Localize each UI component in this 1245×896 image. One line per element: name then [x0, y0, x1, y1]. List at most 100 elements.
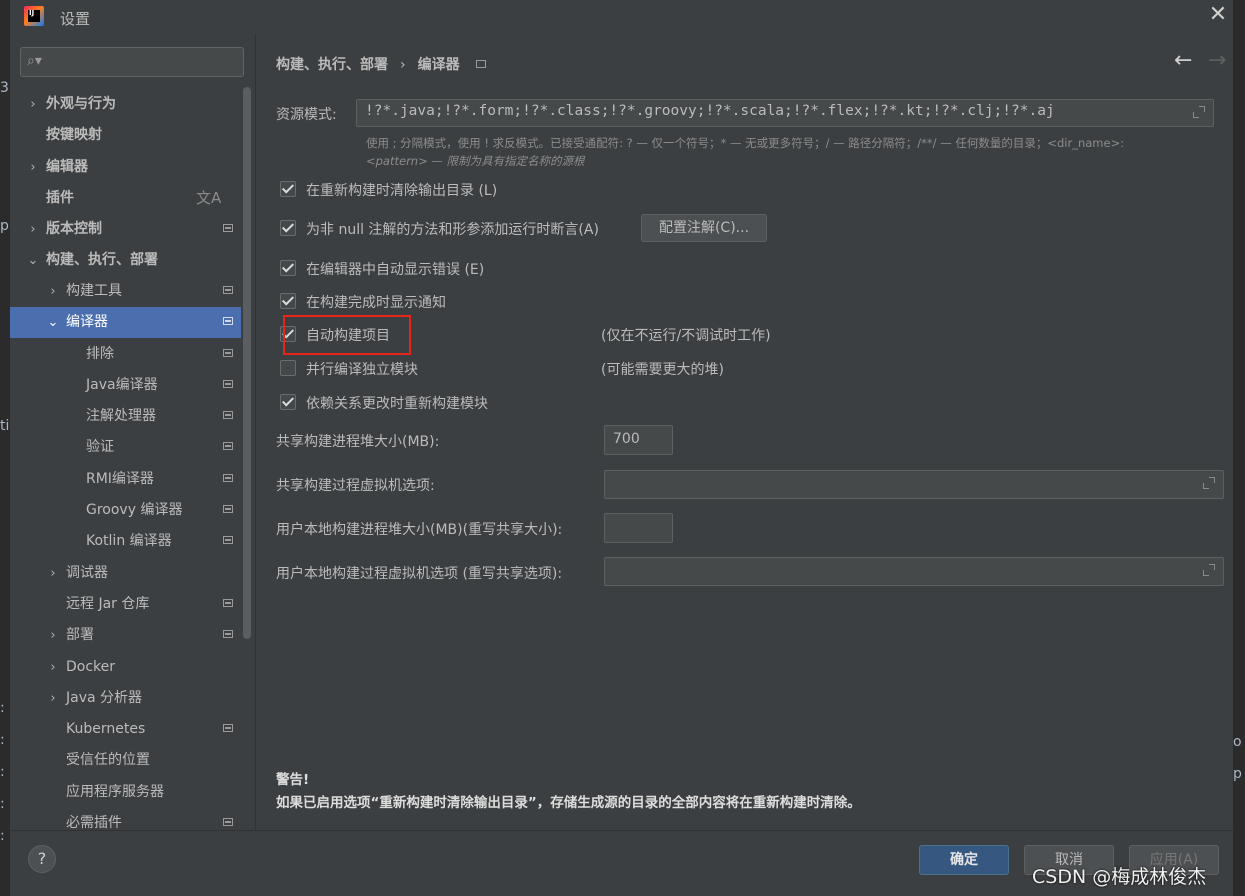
hint-line-2: <pattern> — 限制为具有指定名称的源根: [366, 154, 585, 168]
breadcrumb: 构建、执行、部署 › 编译器: [276, 54, 486, 74]
sidebar-item-kubernetes[interactable]: Kubernetes: [10, 714, 255, 745]
sidebar-item-label: Java编译器: [86, 377, 158, 393]
sidebar-item-kotlin-compiler[interactable]: Kotlin 编译器: [10, 526, 255, 557]
watermark: CSDN @梅成林俊杰: [1032, 866, 1207, 888]
compiler-settings-panel: 构建、执行、部署 › 编译器 ← → 资源模式: !?*.java;!?*.form…: [256, 34, 1233, 830]
checkbox-checked-icon[interactable]: [280, 260, 296, 276]
chevron-right-icon: ›: [50, 628, 56, 643]
sidebar-scrollbar[interactable]: [243, 87, 251, 639]
sidebar-item-plugins[interactable]: 插件 文A: [10, 183, 255, 214]
project-scope-icon: [223, 474, 233, 482]
checkbox-label: 在构建完成时显示通知: [306, 295, 446, 311]
sidebar-item-validation[interactable]: 验证: [10, 432, 255, 463]
sidebar-item-label: Kotlin 编译器: [86, 533, 172, 549]
sidebar-item-label: Java 分析器: [66, 690, 143, 706]
project-scope-icon: [223, 599, 233, 607]
sidebar-item-label: 验证: [86, 439, 114, 455]
sidebar-item-label: 部署: [66, 627, 94, 643]
local-heap-label: 用户本地构建进程堆大小(MB)(重写共享大小):: [276, 522, 563, 538]
forward-arrow-icon[interactable]: →: [1208, 48, 1226, 73]
project-scope-icon: [223, 317, 233, 325]
sidebar-item-app-servers[interactable]: 应用程序服务器: [10, 777, 255, 808]
chevron-right-icon: ›: [50, 284, 56, 299]
highlight-box: [283, 315, 411, 355]
checkbox-checked-icon[interactable]: [280, 293, 296, 309]
expand-icon[interactable]: [1203, 564, 1215, 576]
chevron-right-icon: ›: [50, 691, 56, 706]
search-input[interactable]: ⌕▾: [20, 47, 244, 77]
warning-body: 如果已启用选项“重新构建时清除输出目录”，存储生成源的目录的全部内容将在重新构建…: [276, 795, 861, 811]
back-arrow-icon[interactable]: ←: [1174, 48, 1192, 73]
background-ide-left: 3 p ti : : : : :: [0, 0, 10, 896]
breadcrumb-separator: ›: [400, 57, 406, 73]
breadcrumb-parent[interactable]: 构建、执行、部署: [276, 57, 388, 73]
sidebar-item-label: 构建、执行、部署: [46, 252, 158, 268]
resource-patterns-value: !?*.java;!?*.form;!?*.class;!?*.groovy;!…: [365, 103, 1055, 119]
shared-heap-input[interactable]: 700: [604, 425, 673, 455]
checkbox-label: 在重新构建时清除输出目录 (L): [306, 183, 498, 199]
sidebar-item-label: Docker: [66, 659, 116, 675]
close-button[interactable]: ✕: [1206, 4, 1230, 28]
chevron-right-icon: ›: [50, 660, 56, 675]
sidebar-item-editor[interactable]: › 编辑器: [10, 152, 255, 183]
sidebar-item-rmi-compiler[interactable]: RMI编译器: [10, 464, 255, 495]
sidebar-item-excludes[interactable]: 排除: [10, 339, 255, 370]
checkbox-label: 在编辑器中自动显示错误 (E): [306, 262, 485, 278]
sidebar-item-required-plugins[interactable]: 必需插件: [10, 808, 255, 830]
ok-button[interactable]: 确定: [919, 845, 1009, 875]
sidebar-item-deployment[interactable]: › 部署: [10, 620, 255, 651]
sidebar-item-annotation-processors[interactable]: 注解处理器: [10, 401, 255, 432]
sidebar-item-compiler[interactable]: ⌄ 编译器: [10, 307, 241, 338]
breadcrumb-current: 编译器: [417, 57, 460, 73]
configure-annotations-button[interactable]: 配置注解(C)...: [641, 214, 767, 242]
expand-icon[interactable]: [1193, 106, 1205, 118]
background-ide-right: o p: [1233, 0, 1245, 896]
sidebar-item-label: 调试器: [66, 565, 108, 581]
project-scope-icon: [223, 442, 233, 450]
sidebar-item-build-tools[interactable]: › 构建工具: [10, 276, 255, 307]
checkbox-label: 并行编译独立模块: [306, 362, 418, 378]
project-scope-icon: [223, 349, 233, 357]
project-scope-icon: [223, 630, 233, 638]
sidebar-item-label: 必需插件: [66, 815, 122, 830]
sidebar-item-appearance[interactable]: › 外观与行为: [10, 89, 255, 120]
resource-patterns-input[interactable]: !?*.java;!?*.form;!?*.class;!?*.groovy;!…: [356, 99, 1214, 127]
translate-icon: 文A: [196, 189, 222, 207]
sidebar-item-label: 远程 Jar 仓库: [66, 596, 150, 612]
sidebar-item-debugger[interactable]: › 调试器: [10, 558, 255, 589]
sidebar-item-vcs[interactable]: › 版本控制: [10, 214, 255, 245]
hint-line-1: 使用 ; 分隔模式，使用 ! 求反模式。已接受通配符: ? — 仅一个符号；* …: [366, 136, 1125, 150]
sidebar-item-label: RMI编译器: [86, 471, 154, 487]
sidebar-item-trusted-locations[interactable]: 受信任的位置: [10, 745, 255, 776]
sidebar-item-java-compiler[interactable]: Java编译器: [10, 370, 255, 401]
checkbox-checked-icon[interactable]: [280, 220, 296, 236]
help-button[interactable]: ?: [28, 845, 56, 873]
sidebar-item-label: 编译器: [66, 314, 108, 330]
sidebar-item-groovy-compiler[interactable]: Groovy 编译器: [10, 495, 255, 526]
project-scope-icon: [223, 411, 233, 419]
dialog-title: 设置: [60, 10, 91, 28]
expand-icon[interactable]: [1203, 477, 1215, 489]
chevron-down-icon: ⌄: [27, 253, 39, 268]
sidebar-item-label: 应用程序服务器: [66, 784, 164, 800]
project-scope-icon: [223, 380, 233, 388]
search-icon: ⌕▾: [27, 53, 42, 69]
local-vm-options-input[interactable]: [604, 557, 1224, 586]
checkbox-checked-icon[interactable]: [280, 394, 296, 410]
sidebar-item-build-execution-deployment[interactable]: ⌄ 构建、执行、部署: [10, 245, 255, 276]
project-scope-icon: [223, 224, 233, 232]
checkbox-unchecked-icon[interactable]: [280, 360, 296, 376]
auto-build-note: (仅在不运行/不调试时工作): [601, 328, 771, 344]
intellij-logo-icon: IJ: [24, 6, 44, 26]
shared-vm-options-input[interactable]: [604, 470, 1224, 499]
sidebar-item-remote-jar-repos[interactable]: 远程 Jar 仓库: [10, 589, 255, 620]
chevron-right-icon: ›: [30, 222, 36, 237]
checkbox-checked-icon[interactable]: [280, 181, 296, 197]
sidebar-item-docker[interactable]: › Docker: [10, 652, 255, 683]
sidebar-item-java-profiler[interactable]: › Java 分析器: [10, 683, 255, 714]
project-scope-icon: [475, 60, 486, 68]
project-scope-icon: [223, 505, 233, 513]
parallel-compile-note: (可能需要更大的堆): [601, 362, 724, 378]
local-heap-input[interactable]: [604, 513, 673, 543]
sidebar-item-keymap[interactable]: 按键映射: [10, 120, 255, 151]
